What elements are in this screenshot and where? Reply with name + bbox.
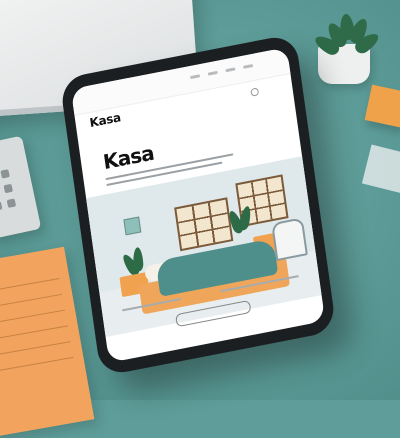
nav-link[interactable] <box>225 67 236 73</box>
notepad-line <box>0 325 68 342</box>
calculator-key <box>0 169 10 179</box>
notepad-line <box>0 293 63 310</box>
tablet: Kasa Kasa <box>59 33 337 377</box>
notepad-line <box>0 341 71 358</box>
calculator-key <box>0 201 3 211</box>
calculator-key <box>6 198 17 208</box>
calculator-key <box>3 183 14 194</box>
wall-art <box>123 216 142 236</box>
tablet-screen: Kasa Kasa <box>70 47 326 363</box>
notepad-line <box>0 278 60 294</box>
notepad-line <box>0 309 66 326</box>
notepad-line <box>0 356 74 373</box>
chair-illustration <box>271 217 308 262</box>
nav-link[interactable] <box>242 63 254 69</box>
nav-link[interactable] <box>189 74 201 80</box>
menu-icon[interactable] <box>250 87 260 97</box>
app-brand-logo[interactable]: Kasa <box>89 110 122 130</box>
nav-link[interactable] <box>207 70 218 76</box>
orange-cube <box>364 84 400 128</box>
